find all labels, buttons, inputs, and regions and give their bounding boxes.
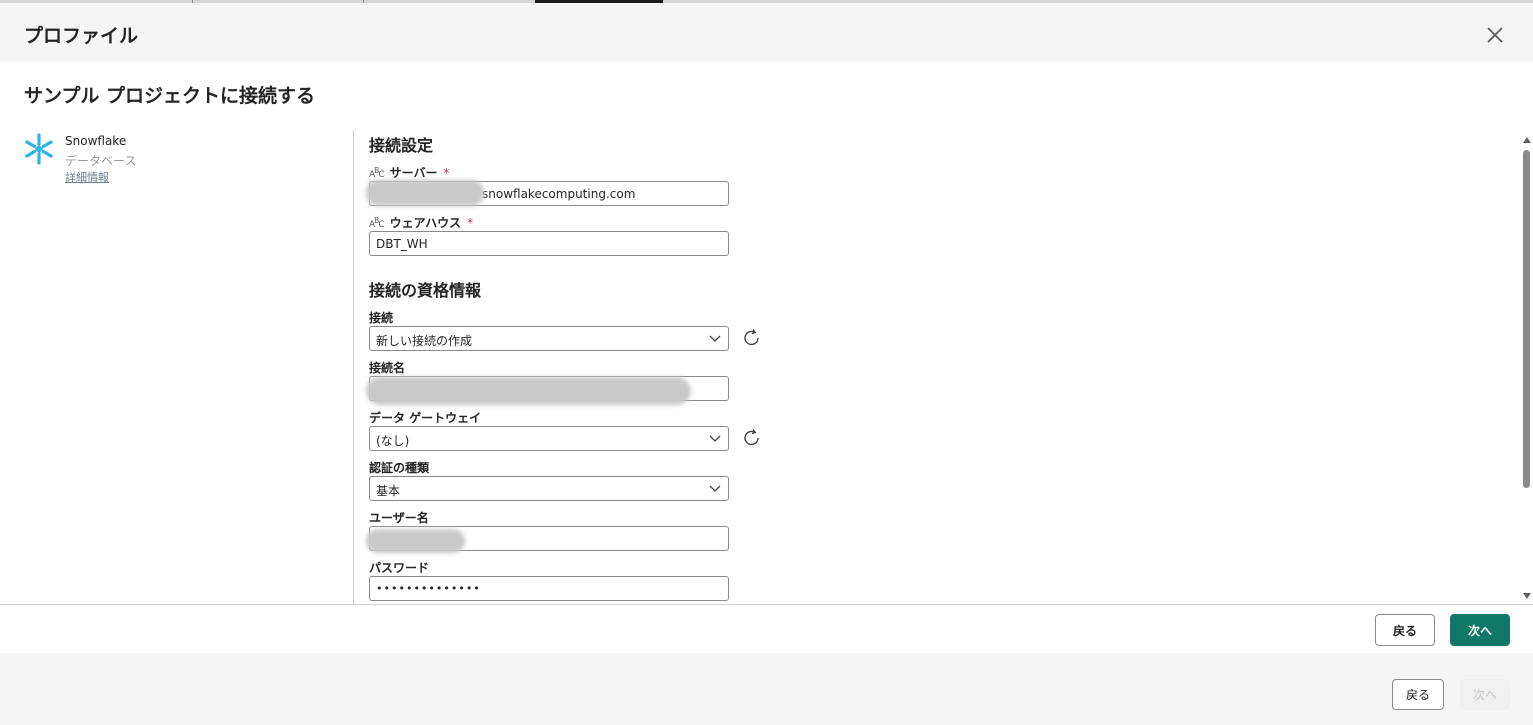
- credentials-title: 接続の資格情報: [369, 281, 482, 300]
- text-type-icon: ABC: [369, 215, 385, 230]
- dialog-title: プロファイル: [24, 25, 139, 47]
- required-mark: *: [443, 165, 450, 180]
- redacted-mask: [366, 529, 465, 553]
- page-heading: サンプル プロジェクトに接続する: [24, 85, 316, 107]
- outer-back-button[interactable]: 戻る: [1392, 679, 1444, 710]
- vertical-divider: [353, 130, 354, 604]
- refresh-gateway-icon[interactable]: [741, 427, 763, 449]
- back-button[interactable]: 戻る: [1375, 614, 1435, 646]
- warehouse-input[interactable]: DBT_WH: [369, 231, 729, 256]
- close-icon[interactable]: [1482, 22, 1508, 48]
- auth-type-select[interactable]: 基本: [369, 476, 729, 501]
- dialog-body: サンプル プロジェクトに接続する Snowflake データベース 詳細情報 接…: [0, 62, 1533, 604]
- username-label: ユーザー名: [369, 511, 429, 525]
- redacted-mask: [366, 377, 691, 405]
- scrollbar[interactable]: [1520, 132, 1533, 604]
- connection-select[interactable]: 新しい接続の作成: [369, 326, 729, 351]
- source-name: Snowflake: [65, 134, 127, 148]
- refresh-connection-icon[interactable]: [741, 327, 763, 349]
- source-type: データベース: [65, 154, 137, 168]
- outer-next-button[interactable]: 次へ: [1460, 679, 1510, 710]
- warehouse-label: ABC ウェアハウス *: [369, 215, 474, 231]
- next-button[interactable]: 次へ: [1450, 614, 1510, 646]
- scroll-thumb[interactable]: [1523, 150, 1530, 488]
- auth-type-label: 認証の種類: [369, 461, 430, 475]
- dialog-footer: 戻る 次へ: [0, 604, 1533, 653]
- scroll-up-icon[interactable]: [1523, 136, 1531, 144]
- outer-footer: 戻る 次へ: [0, 653, 1533, 725]
- required-mark: *: [467, 215, 474, 230]
- scroll-down-icon[interactable]: [1523, 592, 1531, 600]
- dialog-header: プロファイル: [0, 3, 1533, 62]
- password-label: パスワード: [369, 561, 430, 575]
- text-type-icon: ABC: [369, 165, 385, 180]
- connection-settings-title: 接続設定: [369, 136, 434, 155]
- learn-more-link[interactable]: 詳細情報: [65, 169, 109, 185]
- chevron-down-icon: [709, 485, 721, 492]
- connection-label: 接続: [369, 311, 394, 325]
- redacted-mask: [366, 180, 484, 206]
- gateway-label: データ ゲートウェイ: [369, 411, 482, 425]
- password-input[interactable]: ••••••••••••••: [369, 576, 729, 601]
- connection-name-label: 接続名: [369, 361, 406, 375]
- chevron-down-icon: [709, 435, 721, 442]
- chevron-down-icon: [709, 335, 721, 342]
- gateway-select[interactable]: (なし): [369, 426, 729, 451]
- snowflake-logo-icon: [22, 132, 56, 166]
- server-label: ABC サーバー *: [369, 165, 450, 181]
